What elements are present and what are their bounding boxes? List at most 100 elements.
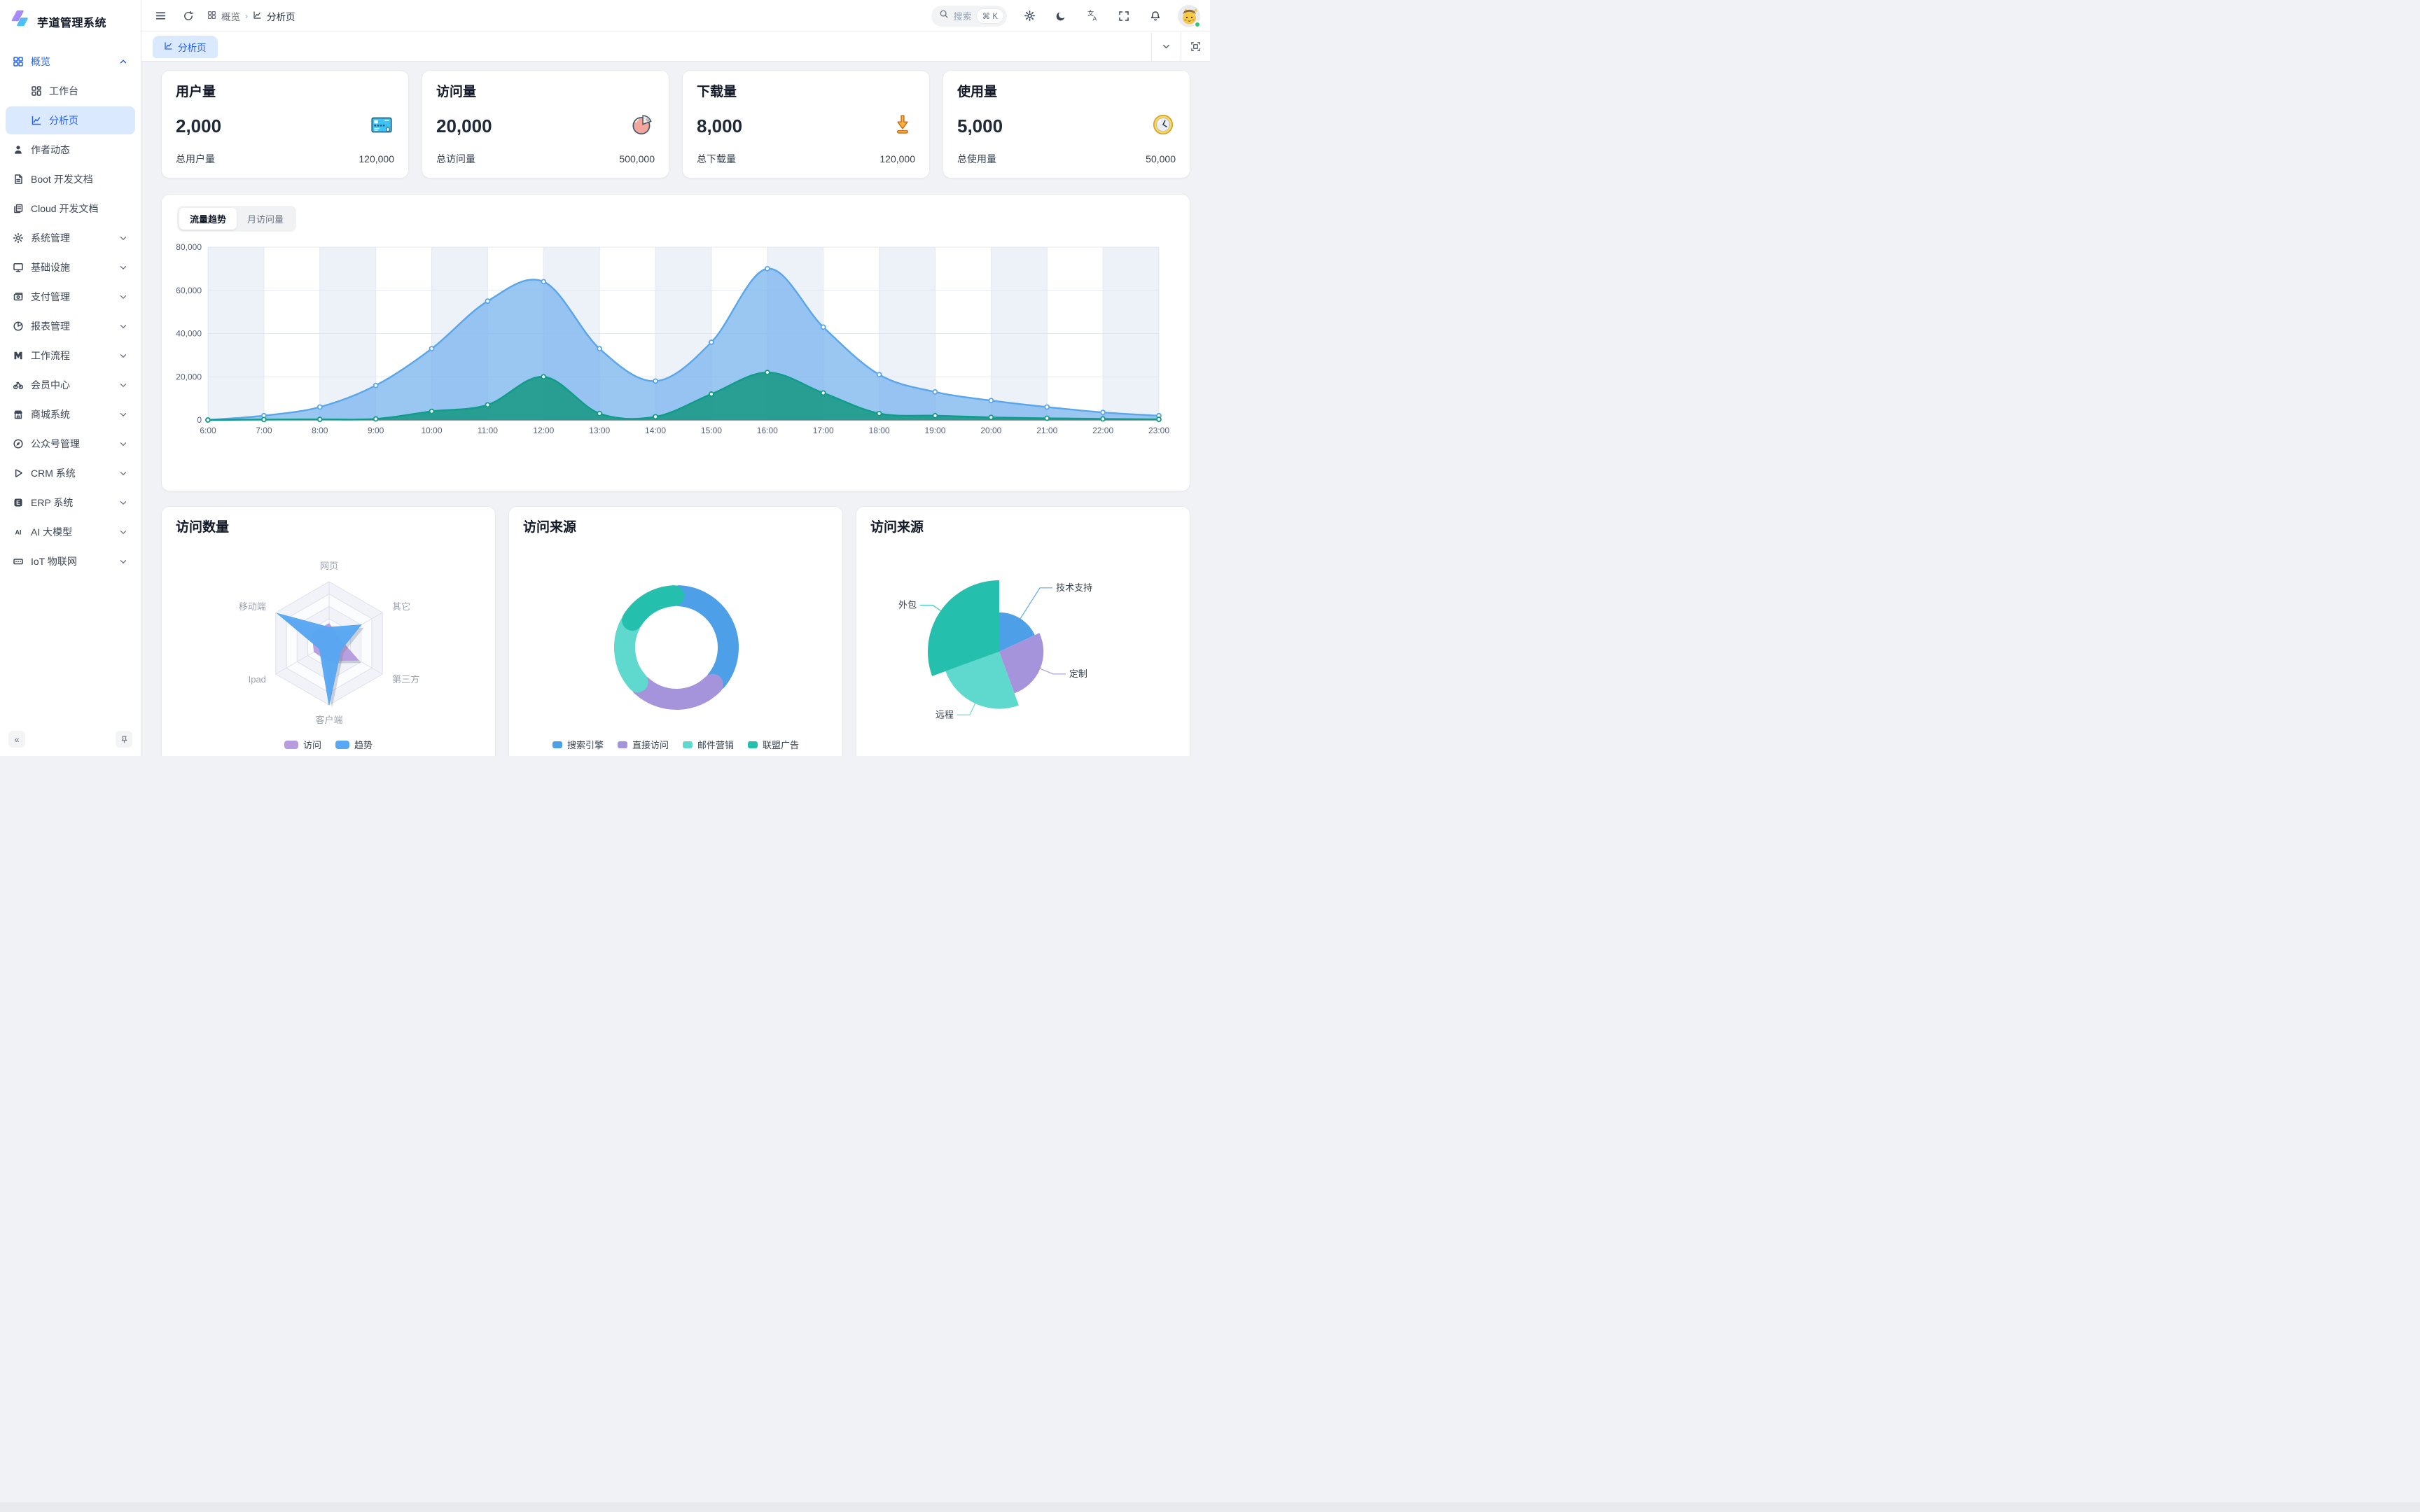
svg-text:外包: 外包 xyxy=(898,599,917,610)
sidebar-item-member[interactable]: 会员中心 xyxy=(6,371,135,399)
visit-source-donut-card: 访问来源 搜索引擎 直接访问 邮件营销 联盟广告 xyxy=(508,506,843,756)
sidebar-item-infra[interactable]: 基础设施 xyxy=(6,253,135,281)
svg-text:17:00: 17:00 xyxy=(813,426,834,435)
maximize-icon xyxy=(1190,41,1201,52)
app-root: 芋道管理系统 概览 工作台 分析页 作者动态 Boot 开发文档 xyxy=(0,0,1210,756)
svg-text:AI: AI xyxy=(15,529,22,536)
tab-analysis[interactable]: 分析页 xyxy=(153,36,218,58)
tab-chart-icon xyxy=(164,41,173,52)
sidebar-item-payment[interactable]: 支付管理 xyxy=(6,283,135,311)
sidebar-item-iot[interactable]: IoT 物联网 xyxy=(6,547,135,575)
clock-icon xyxy=(1150,112,1176,141)
svg-text:15:00: 15:00 xyxy=(701,426,722,435)
chevron-down-icon xyxy=(118,498,128,507)
svg-text:0: 0 xyxy=(197,415,202,425)
gear-icon xyxy=(13,232,24,244)
pie-percent-icon: % xyxy=(630,112,655,141)
sidebar-item-ai[interactable]: AI AI 大模型 xyxy=(6,518,135,546)
legend-swatch xyxy=(335,741,349,749)
search-icon xyxy=(939,9,949,22)
sidebar-item-erp[interactable]: E ERP 系统 xyxy=(6,489,135,517)
svg-text:10:00: 10:00 xyxy=(422,426,443,435)
logo[interactable]: 芋道管理系统 xyxy=(0,0,141,41)
file-text-icon xyxy=(13,174,24,185)
chevron-down-icon xyxy=(118,439,128,449)
sidebar-item-analysis[interactable]: 分析页 xyxy=(6,106,135,134)
sidebar-item-workbench[interactable]: 工作台 xyxy=(6,77,135,105)
refresh-icon[interactable] xyxy=(179,7,197,25)
wallet-icon xyxy=(13,291,24,302)
radar-legend: 访问 趋势 xyxy=(162,738,495,751)
stat-card-users: 用户量 2,000 总用户量 120,000 xyxy=(161,70,409,178)
grid-icon xyxy=(13,56,24,67)
chevron-down-icon xyxy=(118,410,128,419)
sidebar-item-boot-docs[interactable]: Boot 开发文档 xyxy=(6,165,135,193)
tab-monthly-visits[interactable]: 月访问量 xyxy=(237,208,294,230)
tabs-dropdown-button[interactable] xyxy=(1151,32,1181,61)
svg-text:60,000: 60,000 xyxy=(176,286,202,295)
sidebar-item-system[interactable]: 系统管理 xyxy=(6,224,135,252)
legend-item[interactable]: 直接访问 xyxy=(618,738,669,751)
chevron-down-icon xyxy=(118,292,128,302)
legend-swatch xyxy=(748,741,758,748)
legend-item[interactable]: 邮件营销 xyxy=(683,738,734,751)
fullscreen-icon[interactable] xyxy=(1115,7,1133,25)
stat-value: 2,000 xyxy=(176,115,221,137)
sidebar-item-report[interactable]: 报表管理 xyxy=(6,312,135,340)
workflow-icon xyxy=(13,350,24,361)
open-tabs: 分析页 xyxy=(141,32,1151,61)
sidebar-item-overview[interactable]: 概览 xyxy=(6,48,135,76)
legend-swatch xyxy=(284,741,298,749)
search-input[interactable]: 搜索 ⌘ K xyxy=(931,6,1007,27)
settings-gear-icon[interactable] xyxy=(1020,7,1038,25)
donut-legend: 搜索引擎 直接访问 邮件营销 联盟广告 xyxy=(509,738,842,751)
sidebar-item-crm[interactable]: CRM 系统 xyxy=(6,459,135,487)
chevron-down-icon xyxy=(118,380,128,390)
svg-text:E: E xyxy=(16,499,20,506)
chart-line-icon xyxy=(31,115,42,126)
user-avatar[interactable] xyxy=(1178,5,1200,27)
bottom-panels-row: 访问数量 网页其它第三方客户端Ipad移动端 访问 趋势 xyxy=(161,506,1190,756)
page-content: 用户量 2,000 总用户量 120,000 访问量 xyxy=(141,62,1210,756)
svg-text:22:00: 22:00 xyxy=(1092,426,1113,435)
workbench-icon xyxy=(31,85,42,97)
stat-value: 5,000 xyxy=(957,115,1003,137)
translate-icon[interactable]: 文A xyxy=(1083,7,1101,25)
sidebar-item-mp[interactable]: 公众号管理 xyxy=(6,430,135,458)
svg-text:客户端: 客户端 xyxy=(315,715,342,725)
horizontal-scrollbar-track[interactable] xyxy=(0,1502,2420,1512)
svg-text:其它: 其它 xyxy=(392,601,410,612)
svg-text:Ipad: Ipad xyxy=(249,674,266,685)
online-status-dot xyxy=(1194,21,1201,28)
sidebar-item-cloud-docs[interactable]: Cloud 开发文档 xyxy=(6,195,135,223)
chevron-down-icon xyxy=(118,351,128,360)
collapse-sidebar-button[interactable]: « xyxy=(8,731,25,748)
chevron-down-icon xyxy=(1161,41,1171,52)
pin-sidebar-button[interactable] xyxy=(116,731,132,748)
svg-text:12:00: 12:00 xyxy=(533,426,554,435)
svg-text:A: A xyxy=(1092,15,1097,22)
legend-item[interactable]: 访问 xyxy=(284,738,321,751)
breadcrumb-root[interactable]: 概览 xyxy=(221,9,240,23)
legend-item[interactable]: 联盟广告 xyxy=(748,738,799,751)
search-placeholder: 搜索 xyxy=(954,9,972,22)
sidebar-item-workflow[interactable]: 工作流程 xyxy=(6,342,135,370)
iot-board-icon xyxy=(13,556,24,567)
main-area: 概览 › 分析页 搜索 ⌘ K 文A xyxy=(141,0,1210,756)
svg-text:移动端: 移动端 xyxy=(239,601,266,612)
svg-text:8:00: 8:00 xyxy=(312,426,328,435)
notification-bell-icon[interactable] xyxy=(1146,7,1164,25)
dark-mode-moon-icon[interactable] xyxy=(1052,7,1070,25)
stat-card-usage: 使用量 5,000 总使用量 50,000 xyxy=(943,70,1190,178)
stat-value: 8,000 xyxy=(697,115,742,137)
sidebar-item-author[interactable]: 作者动态 xyxy=(6,136,135,164)
sidebar-item-mall[interactable]: 商城系统 xyxy=(6,400,135,428)
tab-traffic-trend[interactable]: 流量趋势 xyxy=(179,208,237,230)
legend-item[interactable]: 趋势 xyxy=(335,738,373,751)
hamburger-menu-icon[interactable] xyxy=(151,7,169,25)
legend-item[interactable]: 搜索引擎 xyxy=(552,738,604,751)
stat-value: 20,000 xyxy=(436,115,492,137)
maximize-content-button[interactable] xyxy=(1181,32,1210,61)
traffic-trend-card: 流量趋势 月访问量 020,00040,00060,00080,0006:007… xyxy=(161,194,1190,491)
play-triangle-icon xyxy=(13,468,24,479)
